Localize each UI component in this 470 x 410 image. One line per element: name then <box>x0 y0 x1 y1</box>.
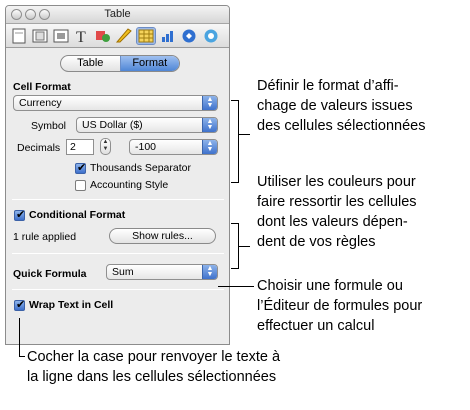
metrics-inspector-icon[interactable] <box>115 28 133 44</box>
inspector-toolbar: T <box>6 24 229 48</box>
rules-status: 1 rule applied <box>13 231 77 243</box>
divider <box>12 199 224 200</box>
callout-bracket <box>231 223 239 269</box>
callout-line: Utiliser les couleurs pour <box>257 174 416 190</box>
cell-format-popup[interactable]: Currency ▲ ▼ <box>13 95 218 111</box>
wrap-inspector-icon[interactable] <box>52 28 70 44</box>
quick-formula-value: Sum <box>112 266 134 278</box>
callout-line: dont les valeurs dépen- <box>257 214 408 230</box>
wrap-text-checkbox[interactable] <box>14 298 25 311</box>
thousands-separator-checkbox[interactable] <box>75 161 86 174</box>
graphic-inspector-icon[interactable] <box>94 28 112 44</box>
callout-cell-format: Définir le format d’affi- chage de valeu… <box>257 76 425 136</box>
divider <box>12 289 224 290</box>
table-inspector-window: Table T Table Format Cell Format Currenc… <box>5 5 230 345</box>
negative-format-popup[interactable]: -100 ▲ ▼ <box>129 139 218 155</box>
wrap-text-label: Wrap Text in Cell <box>29 299 114 311</box>
symbol-label: Symbol <box>31 120 67 132</box>
tab-table[interactable]: Table <box>61 56 120 71</box>
callout-leader <box>218 286 254 287</box>
callout-line: l’Éditeur de formules pour <box>257 298 423 314</box>
callout-leader <box>239 246 250 247</box>
tab-format[interactable]: Format <box>119 56 179 71</box>
quick-formula-label: Quick Formula <box>13 268 87 280</box>
chart-inspector-icon[interactable] <box>159 28 177 44</box>
popup-arrows-icon: ▲ ▼ <box>202 96 217 110</box>
link-inspector-icon[interactable] <box>180 28 198 44</box>
cell-format-label: Cell Format <box>13 81 71 93</box>
callout-leader <box>19 318 20 356</box>
callout-line: dent de vos règles <box>257 234 376 250</box>
window-title: Table <box>104 8 131 20</box>
show-rules-button[interactable]: Show rules... <box>109 228 216 244</box>
callout-conditional-format: Utiliser les couleurs pour faire ressort… <box>257 172 417 252</box>
callout-quick-formula: Choisir une formule ou l’Éditeur de form… <box>257 276 422 336</box>
popup-arrows-icon: ▲ ▼ <box>202 140 217 154</box>
callout-line: Cocher la case pour renvoyer le texte à <box>27 349 281 365</box>
callout-line: chage de valeurs issues <box>257 98 413 114</box>
accounting-style-label: Accounting Style <box>90 179 169 191</box>
callout-line: la ligne dans les cellules sélectionnées <box>27 369 277 385</box>
text-inspector-icon[interactable]: T <box>73 28 91 44</box>
callout-line: des cellules sélectionnées <box>257 118 426 134</box>
callout-leader <box>19 356 25 357</box>
decimals-stepper[interactable]: ▲ ▼ <box>100 138 111 155</box>
quick-formula-popup[interactable]: Sum ▲ ▼ <box>106 264 218 280</box>
conditional-format-label: Conditional Format <box>29 209 126 221</box>
conditional-format-checkbox[interactable] <box>14 208 25 221</box>
table-inspector-icon[interactable] <box>136 27 156 45</box>
callout-line: Définir le format d’affi- <box>257 78 399 94</box>
negative-format-value: -100 <box>135 141 157 153</box>
symbol-value: US Dollar ($) <box>82 119 143 131</box>
callout-wrap-text: Cocher la case pour renvoyer le texte à … <box>27 347 280 387</box>
popup-arrows-icon: ▲ ▼ <box>202 118 217 132</box>
thousands-separator-label: Thousands Separator <box>90 162 191 174</box>
cell-format-value: Currency <box>19 97 62 109</box>
callout-line: Choisir une formule ou <box>257 278 403 294</box>
inspector-tab-control: Table Format <box>60 55 180 72</box>
callout-leader <box>239 134 250 135</box>
decimals-label: Decimals <box>17 142 61 154</box>
accounting-style-checkbox[interactable] <box>75 180 86 191</box>
callout-bracket <box>231 100 239 183</box>
document-inspector-icon[interactable] <box>10 28 28 44</box>
callout-line: effectuer un calcul <box>257 318 375 334</box>
divider <box>12 253 224 254</box>
svg-text:T: T <box>76 29 86 44</box>
layout-inspector-icon[interactable] <box>31 28 49 44</box>
decimals-field[interactable]: 2 <box>66 139 94 155</box>
title-bar: Table <box>6 6 229 24</box>
popup-arrows-icon: ▲ ▼ <box>202 265 217 279</box>
symbol-popup[interactable]: US Dollar ($) ▲ ▼ <box>76 117 218 133</box>
quicktime-inspector-icon[interactable] <box>202 28 220 44</box>
callout-line: faire ressortir les cellules <box>257 194 417 210</box>
